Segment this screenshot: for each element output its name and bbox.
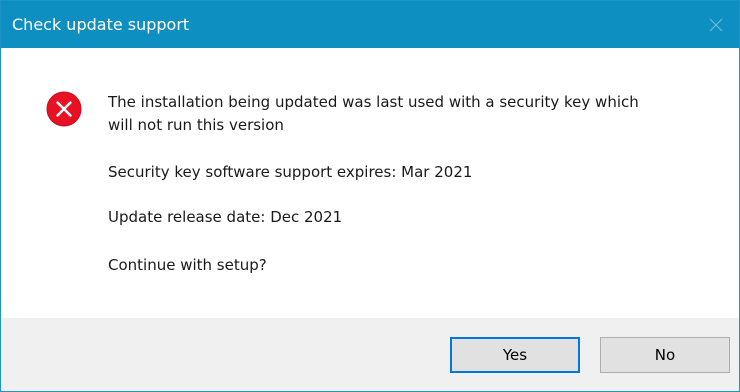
yes-button[interactable]: Yes <box>450 337 580 373</box>
title-bar[interactable]: Check update support <box>1 1 739 48</box>
dialog-content: The installation being updated was last … <box>1 48 739 318</box>
no-button[interactable]: No <box>600 337 730 373</box>
close-button[interactable] <box>693 1 739 48</box>
message-line: will not run this version <box>108 116 284 134</box>
dialog-title: Check update support <box>12 15 190 34</box>
continue-question: Continue with setup? <box>108 256 267 274</box>
support-expires-text: Security key software support expires: M… <box>108 163 473 181</box>
check-update-support-dialog: Check update support The installation be… <box>0 0 740 392</box>
yes-button-label: Yes <box>502 346 528 364</box>
no-button-label: No <box>654 346 676 364</box>
button-bar: Yes No <box>1 318 739 391</box>
release-date-text: Update release date: Dec 2021 <box>108 208 343 226</box>
message-main: The installation being updated was last … <box>108 91 639 137</box>
close-icon <box>709 18 723 31</box>
message-line: The installation being updated was last … <box>108 93 639 111</box>
error-icon <box>46 91 82 127</box>
